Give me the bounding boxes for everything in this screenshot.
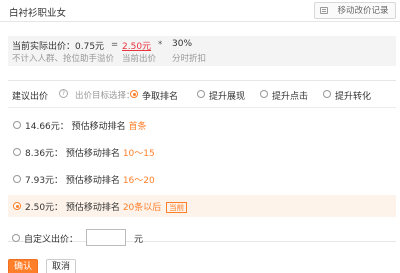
suggestion-row[interactable]: 8.36元： 预估移动排名 10～15 <box>8 141 396 163</box>
list-icon <box>320 7 328 14</box>
current-price-value: 当前实际出价：0.75元 <box>12 42 105 52</box>
title-bar: 白衬衫职业女 移动改价记录 <box>0 0 400 22</box>
suggestion-price: 14.66元： <box>25 122 69 132</box>
keyword-title: 白衬衫职业女 <box>9 8 67 19</box>
suggestion-desc: 预估移动排名 <box>71 122 126 132</box>
suggestion-price: 2.50元： <box>25 203 64 213</box>
confirm-button[interactable]: 确认 <box>8 259 38 273</box>
price-history-button[interactable]: 移动改价记录 <box>314 2 396 19</box>
equals-sign: = <box>111 40 119 50</box>
bid-price-label: 当前出价 <box>122 54 157 64</box>
bid-goal-row: 建议出价 ? 出价目标选择： 争取排名 提升展现 提升点击 提升转化 <box>8 81 396 108</box>
suggestion-radio[interactable] <box>13 148 21 156</box>
suggestion-row[interactable]: 14.66元： 预估移动排名 首条 <box>8 114 396 136</box>
discount-value: 30% <box>172 39 193 49</box>
suggestion-radio[interactable] <box>13 175 21 183</box>
suggested-bid-label: 建议出价 <box>12 92 49 102</box>
custom-bid-unit: 元 <box>134 235 144 245</box>
times-sign: * <box>158 40 163 50</box>
goal-radio-conversion[interactable] <box>323 90 331 98</box>
price-history-label: 移动改价记录 <box>337 5 389 15</box>
suggestion-rank: 16～20 <box>122 176 155 186</box>
goal-option-click[interactable]: 提升点击 <box>272 89 308 102</box>
current-badge: 当前 <box>166 202 188 213</box>
custom-bid-label: 自定义出价： <box>24 235 79 245</box>
goal-option-rank[interactable]: 争取排名 <box>142 89 178 102</box>
goal-option-impression[interactable]: 提升展现 <box>209 89 245 102</box>
price-summary: 当前实际出价：0.75元 不计入人群、抢位助手溢价 = 2.50元 当前出价 *… <box>8 36 396 66</box>
suggestion-desc: 预估移动排名 <box>65 176 120 186</box>
current-price-label: 不计入人群、抢位助手溢价 <box>12 54 115 64</box>
custom-bid-row: 自定义出价： 元 <box>12 229 212 247</box>
suggestion-rank: 20条以后 <box>122 203 162 213</box>
bid-price-value: 2.50元 <box>122 42 152 52</box>
suggestion-row-selected[interactable]: 2.50元： 预估移动排名 20条以后 当前 <box>8 195 396 217</box>
suggestion-radio-selected[interactable] <box>13 202 21 210</box>
custom-bid-radio[interactable] <box>12 234 20 242</box>
goal-radio-click[interactable] <box>260 90 268 98</box>
cancel-button[interactable]: 取消 <box>46 259 76 273</box>
suggestion-price: 7.93元： <box>25 176 64 186</box>
custom-bid-input[interactable] <box>86 229 126 246</box>
suggestion-price: 8.36元： <box>25 149 64 159</box>
suggestion-rank: 10～15 <box>122 149 155 159</box>
suggestion-row[interactable]: 7.93元： 预估移动排名 16～20 <box>8 168 396 190</box>
discount-label: 分时折扣 <box>172 54 207 64</box>
goal-option-conversion[interactable]: 提升转化 <box>335 89 371 102</box>
goal-radio-rank[interactable] <box>130 90 138 98</box>
suggestion-radio[interactable] <box>13 121 21 129</box>
suggested-bid-panel: 建议出价 ? 出价目标选择： 争取排名 提升展现 提升点击 提升转化 14.66… <box>8 80 396 242</box>
suggestion-desc: 预估移动排名 <box>65 203 120 213</box>
goal-radio-impression[interactable] <box>197 90 205 98</box>
help-icon[interactable]: ? <box>59 89 68 98</box>
bid-goal-hint: 出价目标选择： <box>75 91 135 101</box>
suggestion-rank: 首条 <box>128 122 147 132</box>
suggestion-desc: 预估移动排名 <box>65 149 120 159</box>
